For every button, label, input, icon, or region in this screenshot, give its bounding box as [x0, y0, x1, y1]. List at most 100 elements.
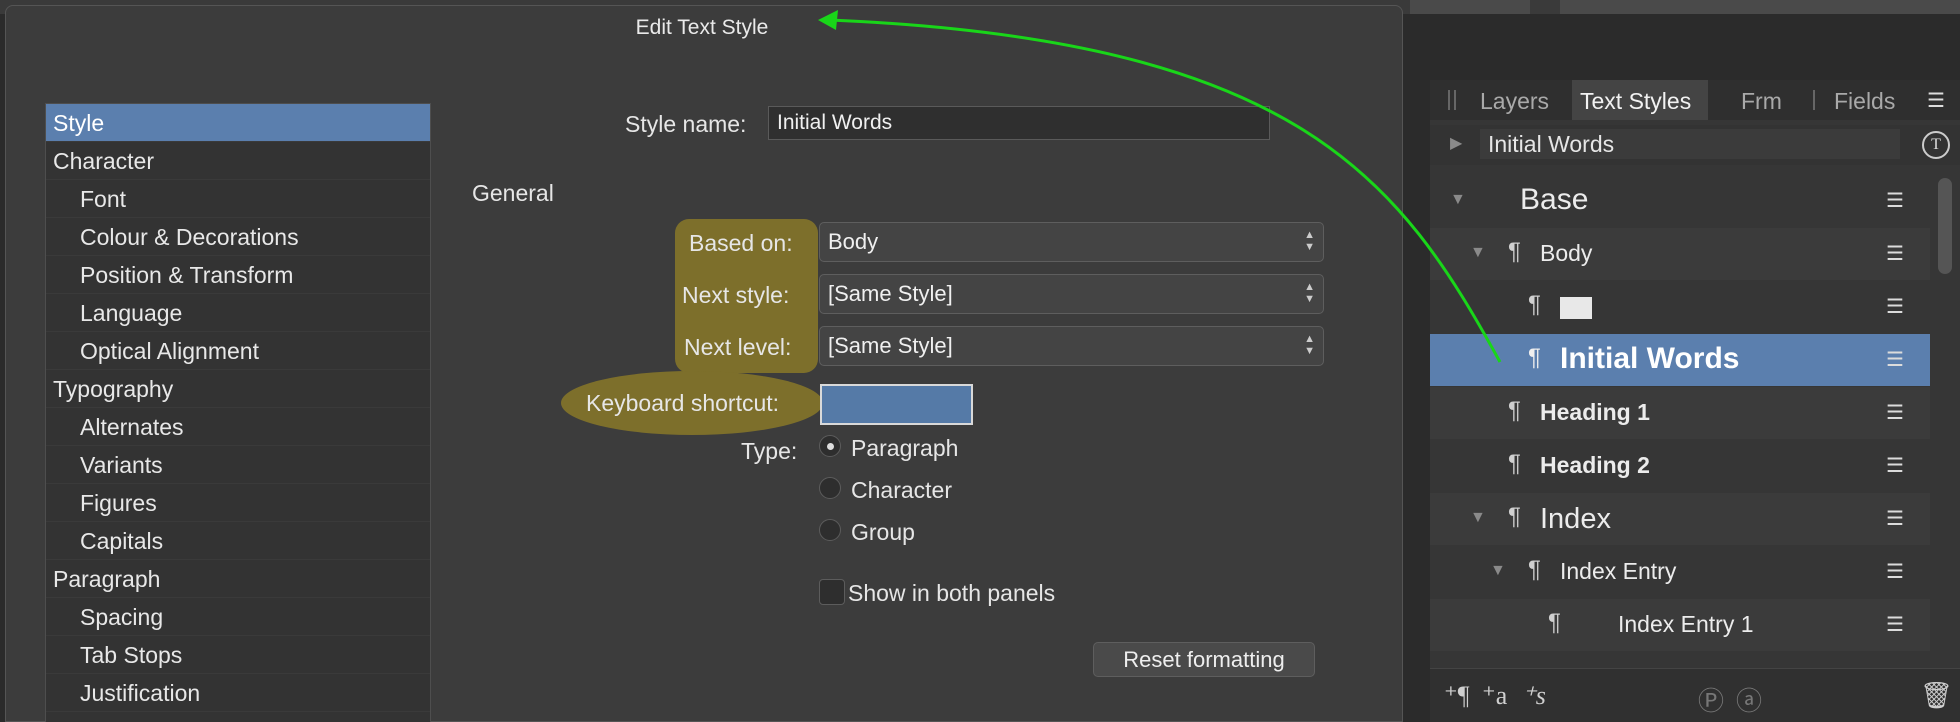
style-menu-icon[interactable]: ☰: [1886, 559, 1904, 584]
tab-layers[interactable]: Layers: [1480, 88, 1549, 115]
style-name: Body: [1540, 240, 1593, 266]
category-position-transform[interactable]: Position & Transform: [46, 256, 430, 294]
collapse-triangle-icon[interactable]: ▼: [1470, 244, 1486, 262]
type-label: Type:: [741, 438, 798, 464]
style-menu-icon[interactable]: ☰: [1886, 506, 1904, 531]
collapse-triangle-icon[interactable]: ▼: [1450, 191, 1466, 209]
style-row-body[interactable]: ▼ ¶ Body ☰: [1430, 228, 1930, 280]
category-capitals[interactable]: Capitals: [46, 522, 430, 560]
text-styles-panel: Layers Text Styles Frm Fields ☰ ▶ Initia…: [1430, 80, 1960, 722]
apply-character-style-icon[interactable]: ⓐ: [1736, 681, 1762, 718]
pilcrow-icon: ¶: [1508, 450, 1521, 477]
based-on-label: Based on:: [689, 230, 793, 256]
expand-triangle-icon[interactable]: ▶: [1450, 133, 1462, 153]
style-row-base[interactable]: ▼ Base ☰: [1430, 175, 1930, 227]
keyboard-shortcut-field[interactable]: [820, 384, 973, 425]
add-character-style-icon[interactable]: ⁺a: [1482, 681, 1507, 711]
strip-segment: [1410, 0, 1530, 14]
show-both-panels-checkbox[interactable]: [819, 579, 845, 605]
style-row-heading-1[interactable]: ¶ Heading 1 ☰: [1430, 387, 1930, 439]
category-language[interactable]: Language: [46, 294, 430, 332]
stepper-arrows-icon: ▲ ▼: [1304, 229, 1315, 253]
style-menu-icon[interactable]: ☰: [1886, 347, 1904, 372]
show-both-panels-label[interactable]: Show in both panels: [848, 580, 1055, 607]
next-style-label: Next style:: [682, 282, 790, 308]
category-font[interactable]: Font: [46, 180, 430, 218]
category-variants[interactable]: Variants: [46, 446, 430, 484]
style-preview-swatch: [1560, 297, 1592, 319]
style-name: Index: [1540, 503, 1611, 535]
strip-segment: [1560, 0, 1960, 14]
style-name: Heading 2: [1540, 452, 1650, 478]
category-justification[interactable]: Justification: [46, 674, 430, 712]
style-menu-icon[interactable]: ☰: [1886, 612, 1904, 637]
category-optical-alignment[interactable]: Optical Alignment: [46, 332, 430, 370]
style-row-index-entry[interactable]: ▼ ¶ Index Entry ☰: [1430, 546, 1930, 598]
general-section-heading: General: [472, 180, 554, 206]
style-name: Index Entry 1: [1618, 611, 1754, 637]
category-spacing[interactable]: Spacing: [46, 598, 430, 636]
category-style[interactable]: Style: [46, 104, 430, 142]
next-style-select[interactable]: [Same Style] ▲ ▼: [819, 274, 1324, 314]
based-on-value: Body: [828, 229, 879, 254]
text-style-icon[interactable]: T: [1922, 131, 1950, 159]
panel-tab-bar: Layers Text Styles Frm Fields ☰: [1430, 80, 1960, 120]
panel-bottom-toolbar: ⁺¶ ⁺a ⁺s Ⓟ ⓐ 🗑: [1430, 668, 1960, 722]
type-paragraph-radio[interactable]: [819, 435, 841, 457]
style-name-label: Style name:: [625, 111, 747, 137]
pilcrow-icon: ¶: [1508, 238, 1521, 265]
keyboard-shortcut-label: Keyboard shortcut:: [586, 390, 780, 416]
pilcrow-icon: ¶: [1508, 503, 1521, 530]
add-style-group-icon[interactable]: ⁺s: [1522, 681, 1546, 711]
collapse-triangle-icon[interactable]: ▼: [1490, 562, 1506, 580]
pilcrow-icon: ¶: [1508, 397, 1521, 424]
style-name-input[interactable]: Initial Words: [768, 106, 1270, 140]
style-menu-icon[interactable]: ☰: [1886, 188, 1904, 213]
tab-frm[interactable]: Frm: [1741, 88, 1782, 115]
style-name: Heading 1: [1540, 399, 1650, 425]
type-character-label[interactable]: Character: [851, 477, 952, 504]
next-level-select[interactable]: [Same Style] ▲ ▼: [819, 326, 1324, 366]
style-menu-icon[interactable]: ☰: [1886, 453, 1904, 478]
collapse-triangle-icon[interactable]: ▼: [1470, 509, 1486, 527]
style-row-index[interactable]: ▼ ¶ Index ☰: [1430, 493, 1930, 545]
category-figures[interactable]: Figures: [46, 484, 430, 522]
type-character-radio[interactable]: [819, 477, 841, 499]
panel-scrollbar[interactable]: [1938, 178, 1952, 274]
based-on-select[interactable]: Body ▲ ▼: [819, 222, 1324, 262]
category-alternates[interactable]: Alternates: [46, 408, 430, 446]
type-group-radio[interactable]: [819, 519, 841, 541]
add-paragraph-style-icon[interactable]: ⁺¶: [1444, 681, 1470, 711]
pilcrow-icon: ¶: [1528, 344, 1541, 371]
style-name: Initial Words: [1560, 342, 1740, 375]
pilcrow-icon: ¶: [1528, 291, 1541, 318]
dialog-title-text: Edit Text Style: [635, 16, 769, 39]
tab-text-styles[interactable]: Text Styles: [1580, 88, 1691, 115]
style-search-row: ▶ Initial Words T: [1430, 125, 1960, 165]
category-paragraph[interactable]: Paragraph: [46, 560, 430, 598]
type-group-label[interactable]: Group: [851, 519, 915, 546]
trash-icon[interactable]: 🗑: [1920, 681, 1953, 711]
stepper-arrows-icon: ▲ ▼: [1304, 333, 1315, 357]
category-colour-decorations[interactable]: Colour & Decorations: [46, 218, 430, 256]
panel-grip[interactable]: [1448, 90, 1450, 110]
category-typography[interactable]: Typography: [46, 370, 430, 408]
next-level-value: [Same Style]: [828, 333, 953, 358]
stepper-arrows-icon: ▲ ▼: [1304, 281, 1315, 305]
style-menu-icon[interactable]: ☰: [1886, 241, 1904, 266]
style-row-initial-words[interactable]: ¶ Initial Words ☰: [1430, 334, 1930, 386]
category-character[interactable]: Character: [46, 142, 430, 180]
style-menu-icon[interactable]: ☰: [1886, 294, 1904, 319]
style-menu-icon[interactable]: ☰: [1886, 400, 1904, 425]
panel-menu-icon[interactable]: ☰: [1927, 88, 1945, 113]
style-row-index-entry-1[interactable]: ¶ Index Entry 1 ☰: [1430, 599, 1930, 651]
tab-fields[interactable]: Fields: [1834, 88, 1895, 115]
type-paragraph-label[interactable]: Paragraph: [851, 435, 958, 462]
style-row-unnamed[interactable]: ¶ ☰: [1430, 281, 1930, 333]
style-search-field[interactable]: Initial Words: [1480, 129, 1900, 159]
apply-paragraph-style-icon[interactable]: Ⓟ: [1698, 681, 1724, 718]
style-row-heading-2[interactable]: ¶ Heading 2 ☰: [1430, 440, 1930, 492]
reset-formatting-button[interactable]: Reset formatting: [1093, 642, 1315, 677]
next-style-value: [Same Style]: [828, 281, 953, 306]
category-tab-stops[interactable]: Tab Stops: [46, 636, 430, 674]
